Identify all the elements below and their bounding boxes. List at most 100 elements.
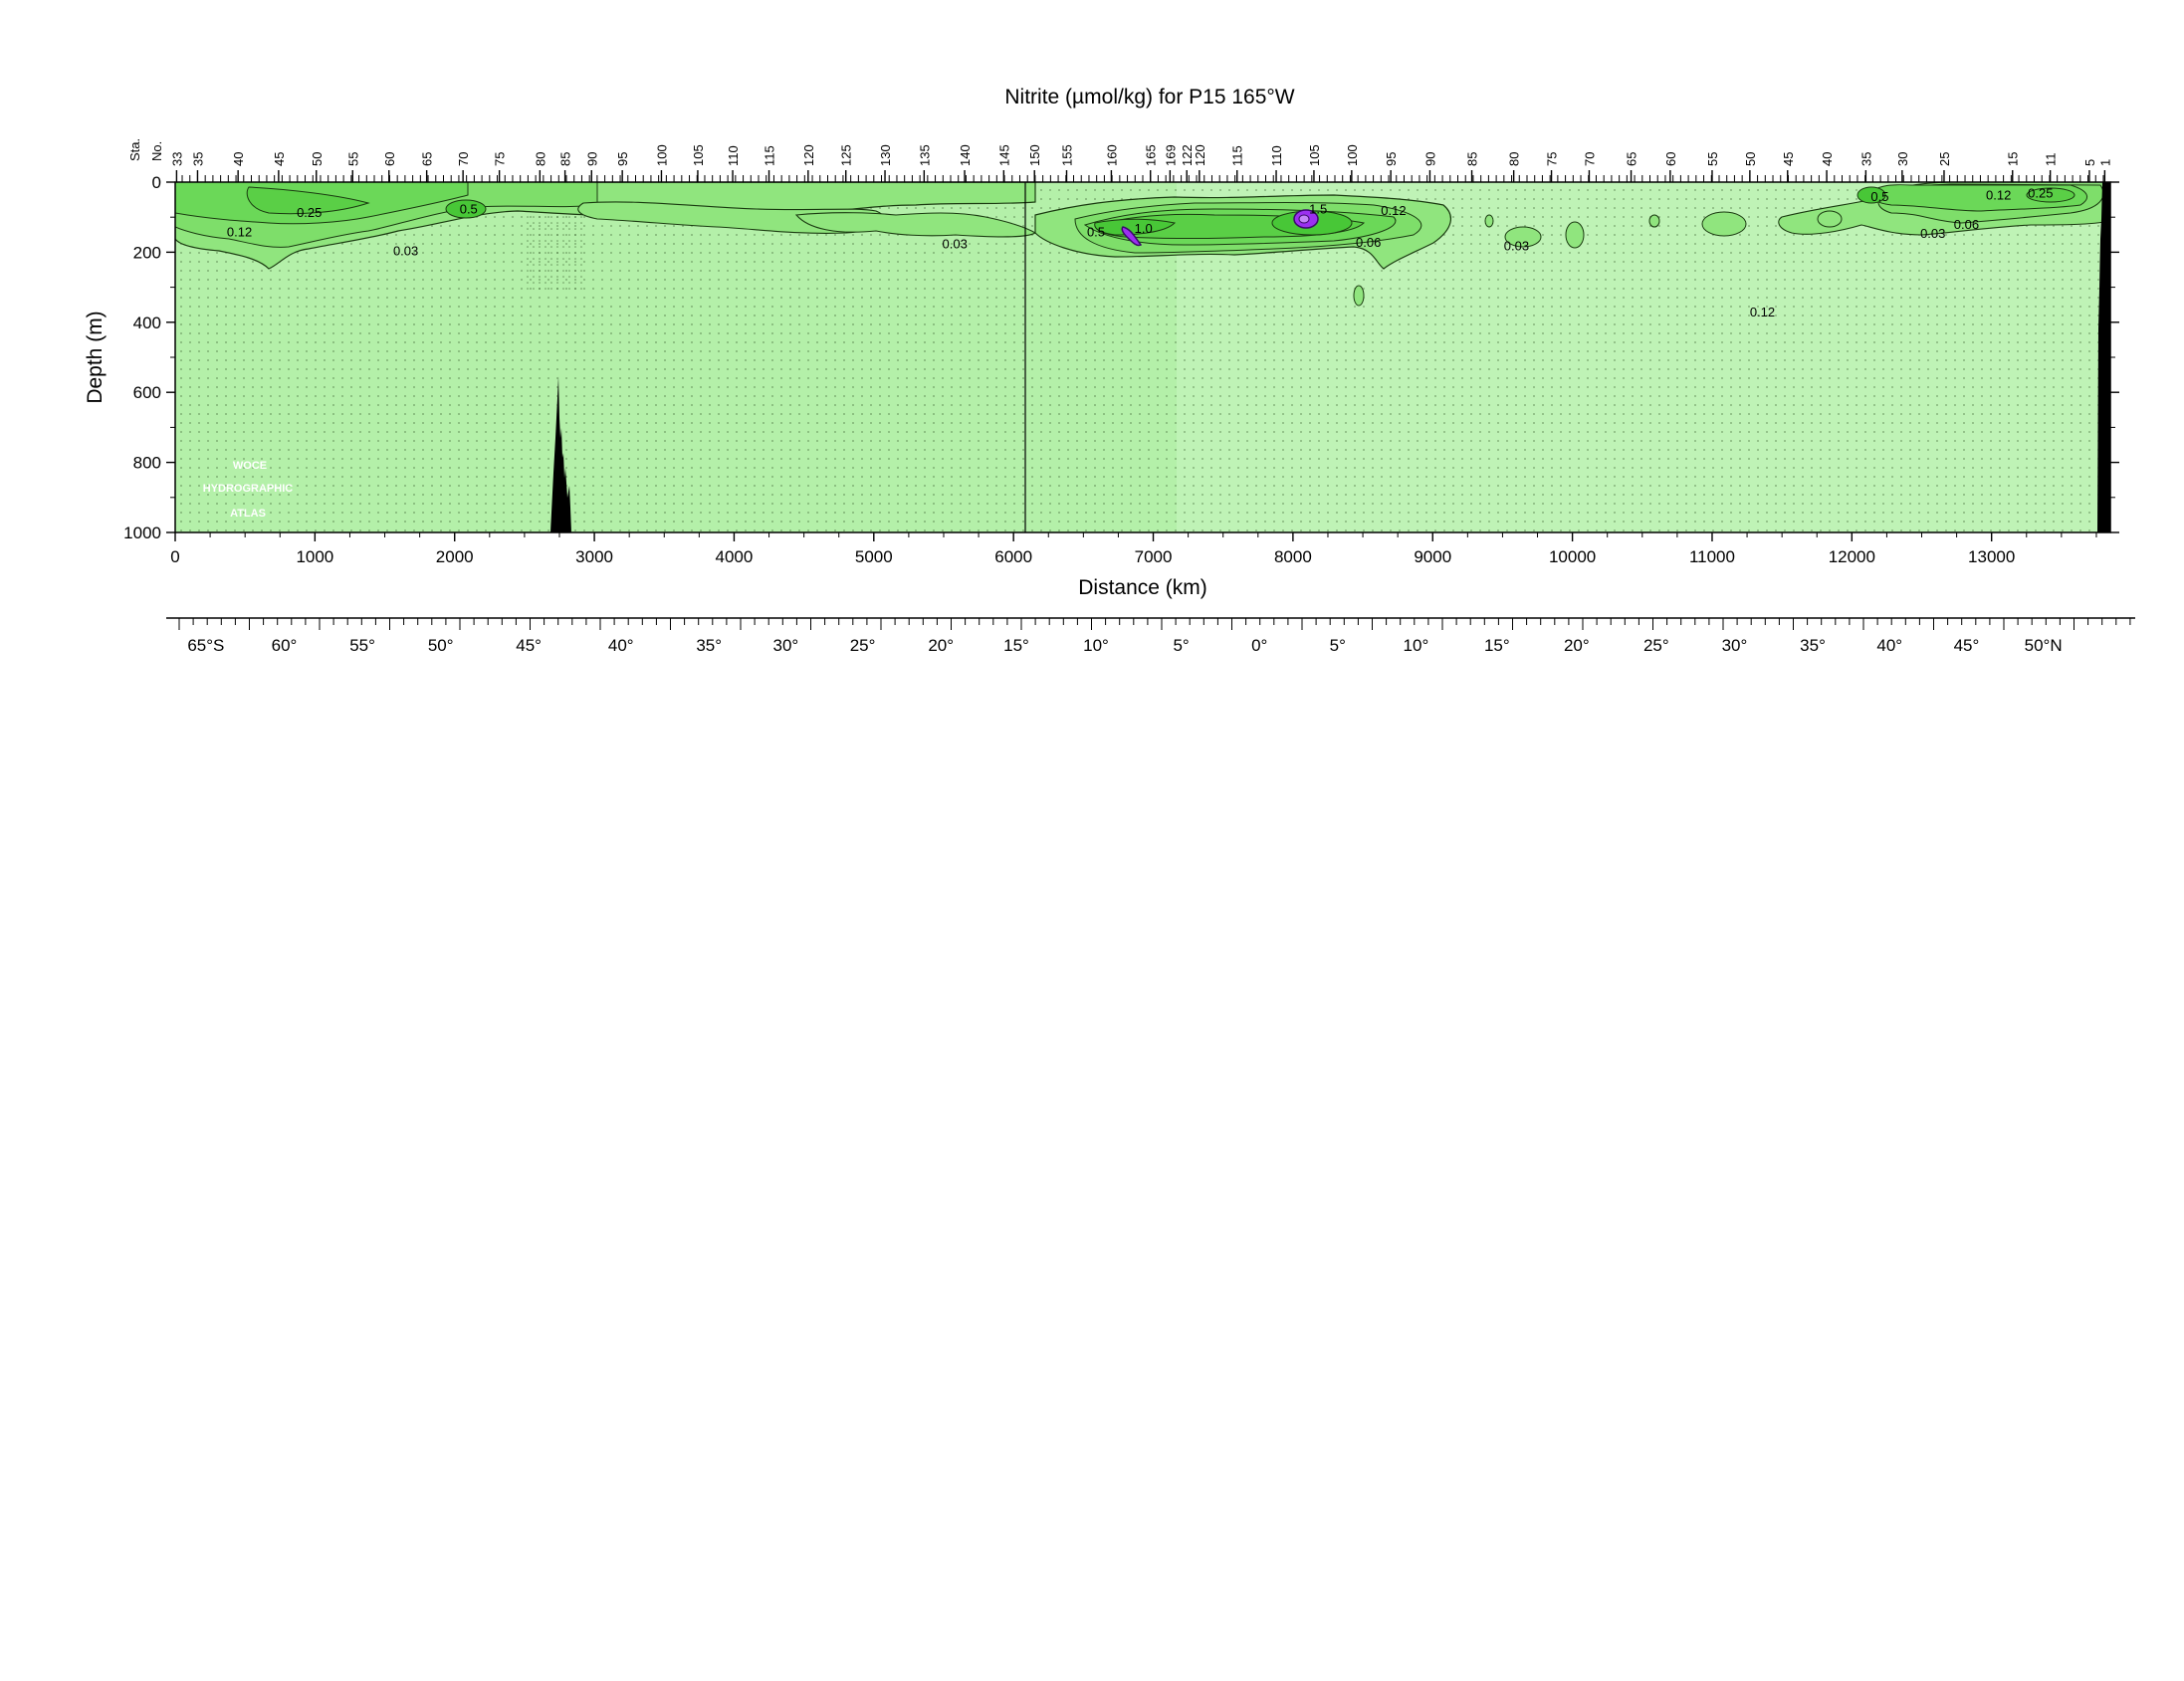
contour-label: 0.12 bbox=[1381, 203, 1406, 218]
station-label: 115 bbox=[1230, 145, 1245, 166]
x-axis-title: Distance (km) bbox=[1078, 576, 1207, 599]
latitude-axis: 65°S 60° 55° 50° 45° 40° 35° 30° 25° 20° 15° 10° 5° 0… bbox=[166, 617, 2135, 655]
y-axis-title: Depth (m) bbox=[84, 311, 107, 403]
station-label: 80 bbox=[533, 152, 547, 166]
x-tick-label: 10000 bbox=[1549, 547, 1596, 566]
station-label: 150 bbox=[1027, 144, 1042, 166]
contour-label: 0.12 bbox=[1750, 305, 1775, 319]
latitude-label: 50°N bbox=[2025, 636, 2063, 655]
contour-label: 0.25 bbox=[2028, 186, 2053, 201]
latitude-label: 40° bbox=[608, 636, 634, 655]
watermark-line-3: ATLAS bbox=[230, 508, 266, 520]
station-label: 25 bbox=[1937, 152, 1952, 166]
x-tick-label: 2000 bbox=[436, 547, 474, 566]
station-label: 40 bbox=[1820, 152, 1835, 166]
y-tick-label: 800 bbox=[133, 454, 161, 473]
station-label: 90 bbox=[1422, 152, 1437, 166]
station-label: 100 bbox=[654, 144, 669, 166]
latitude-label: 15° bbox=[1003, 636, 1029, 655]
x-tick-label: 7000 bbox=[1135, 547, 1173, 566]
station-label: 160 bbox=[1104, 144, 1119, 166]
contour-label: 0.03 bbox=[393, 244, 418, 259]
station-label: 95 bbox=[615, 152, 630, 166]
station-label: 65 bbox=[420, 152, 435, 166]
station-label: 33 bbox=[169, 152, 184, 166]
y-tick-label: 600 bbox=[133, 383, 161, 402]
latitude-label: 60° bbox=[272, 636, 298, 655]
station-label: 55 bbox=[345, 152, 360, 166]
contour-0.03-blob-4 bbox=[1648, 214, 1660, 228]
contour-label: 1.0 bbox=[1135, 221, 1153, 236]
latitude-label: 40° bbox=[1876, 636, 1902, 655]
station-label: 60 bbox=[1663, 152, 1678, 166]
station-label: 90 bbox=[584, 152, 599, 166]
station-label: 165 bbox=[1144, 144, 1159, 166]
station-label: 30 bbox=[1895, 152, 1910, 166]
latitude-label: 20° bbox=[1564, 636, 1590, 655]
latitude-label: 55° bbox=[349, 636, 375, 655]
station-label: 125 bbox=[839, 144, 854, 166]
station-label: 5 bbox=[2082, 159, 2097, 166]
x-tick-label: 11000 bbox=[1689, 547, 1735, 566]
latitude-label: 5° bbox=[1173, 636, 1189, 655]
latitude-label: 25° bbox=[850, 636, 876, 655]
x-tick-label: 3000 bbox=[575, 547, 613, 566]
station-label: 45 bbox=[272, 152, 287, 166]
contour-label: 0.06 bbox=[1356, 235, 1381, 250]
latitude-label: 25° bbox=[1643, 636, 1669, 655]
station-label: 1 bbox=[2097, 159, 2112, 166]
station-label: 50 bbox=[1743, 152, 1758, 166]
latitude-label: 45° bbox=[516, 636, 542, 655]
station-label: 110 bbox=[1269, 145, 1284, 166]
station-label: 40 bbox=[231, 152, 246, 166]
latitude-label: 65°S bbox=[187, 636, 224, 655]
station-label: 120 bbox=[1193, 144, 1207, 166]
latitude-label: 15° bbox=[1484, 636, 1510, 655]
contour-0.03-blob-5 bbox=[1701, 211, 1747, 237]
contour-label: 0.03 bbox=[943, 237, 968, 252]
x-tick-label: 4000 bbox=[716, 547, 754, 566]
y-tick-label: 1000 bbox=[123, 524, 161, 542]
contour-label: 0.12 bbox=[227, 224, 252, 239]
latitude-label: 0° bbox=[1251, 636, 1267, 655]
y-tick-label: 0 bbox=[152, 173, 161, 192]
watermark-line-1: WOCE bbox=[233, 460, 267, 472]
latitude-label: 35° bbox=[1800, 636, 1826, 655]
x-tick-label: 1000 bbox=[296, 547, 333, 566]
latitude-label: 45° bbox=[1954, 636, 1980, 655]
y-tick-label: 200 bbox=[133, 243, 161, 262]
latitude-label: 30° bbox=[1722, 636, 1748, 655]
station-label: 50 bbox=[310, 152, 325, 166]
contour-label: 0.06 bbox=[1954, 217, 1979, 232]
station-label: 15 bbox=[2006, 152, 2021, 166]
station-axis-label-no: No. bbox=[149, 141, 164, 161]
latitude-label: 10° bbox=[1083, 636, 1109, 655]
x-tick-label: 8000 bbox=[1274, 547, 1312, 566]
contour-label: 1.5 bbox=[1309, 201, 1327, 216]
station-label: 75 bbox=[493, 152, 508, 166]
station-axis-title: Sta. No. bbox=[127, 138, 164, 161]
station-label: 110 bbox=[726, 145, 741, 166]
latitude-label: 30° bbox=[773, 636, 799, 655]
contour-0.03-blob-1 bbox=[1353, 285, 1365, 307]
contour-label: 0.03 bbox=[1920, 226, 1945, 241]
station-label: 115 bbox=[763, 145, 777, 166]
contour-0.03-blob-3 bbox=[1565, 221, 1585, 249]
contour-label: 0.12 bbox=[1986, 187, 2011, 202]
station-label: 105 bbox=[691, 144, 706, 166]
station-label: 55 bbox=[1705, 152, 1720, 166]
station-label: 135 bbox=[917, 144, 932, 166]
y-tick-label: 400 bbox=[133, 314, 161, 332]
station-axis: 33 35 40 45 50 55 60 65 70 75 80 85 90 95 100 105 110 115… bbox=[169, 144, 2112, 182]
x-tick-label: 6000 bbox=[994, 547, 1032, 566]
station-label: 80 bbox=[1507, 152, 1522, 166]
station-label: 130 bbox=[878, 144, 893, 166]
nitrite-section-chart: Nitrite (µmol/kg) for P15 165°W Sta. No.… bbox=[84, 86, 2135, 655]
x-tick-label: 0 bbox=[170, 547, 179, 566]
contour-label: 0.03 bbox=[1504, 238, 1529, 253]
contour-1.5-peak bbox=[1298, 214, 1310, 224]
station-label: 65 bbox=[1625, 152, 1639, 166]
contour-0.03-blob-6 bbox=[1484, 214, 1494, 228]
latitude-label: 50° bbox=[428, 636, 454, 655]
x-tick-label: 13000 bbox=[1968, 547, 2015, 566]
